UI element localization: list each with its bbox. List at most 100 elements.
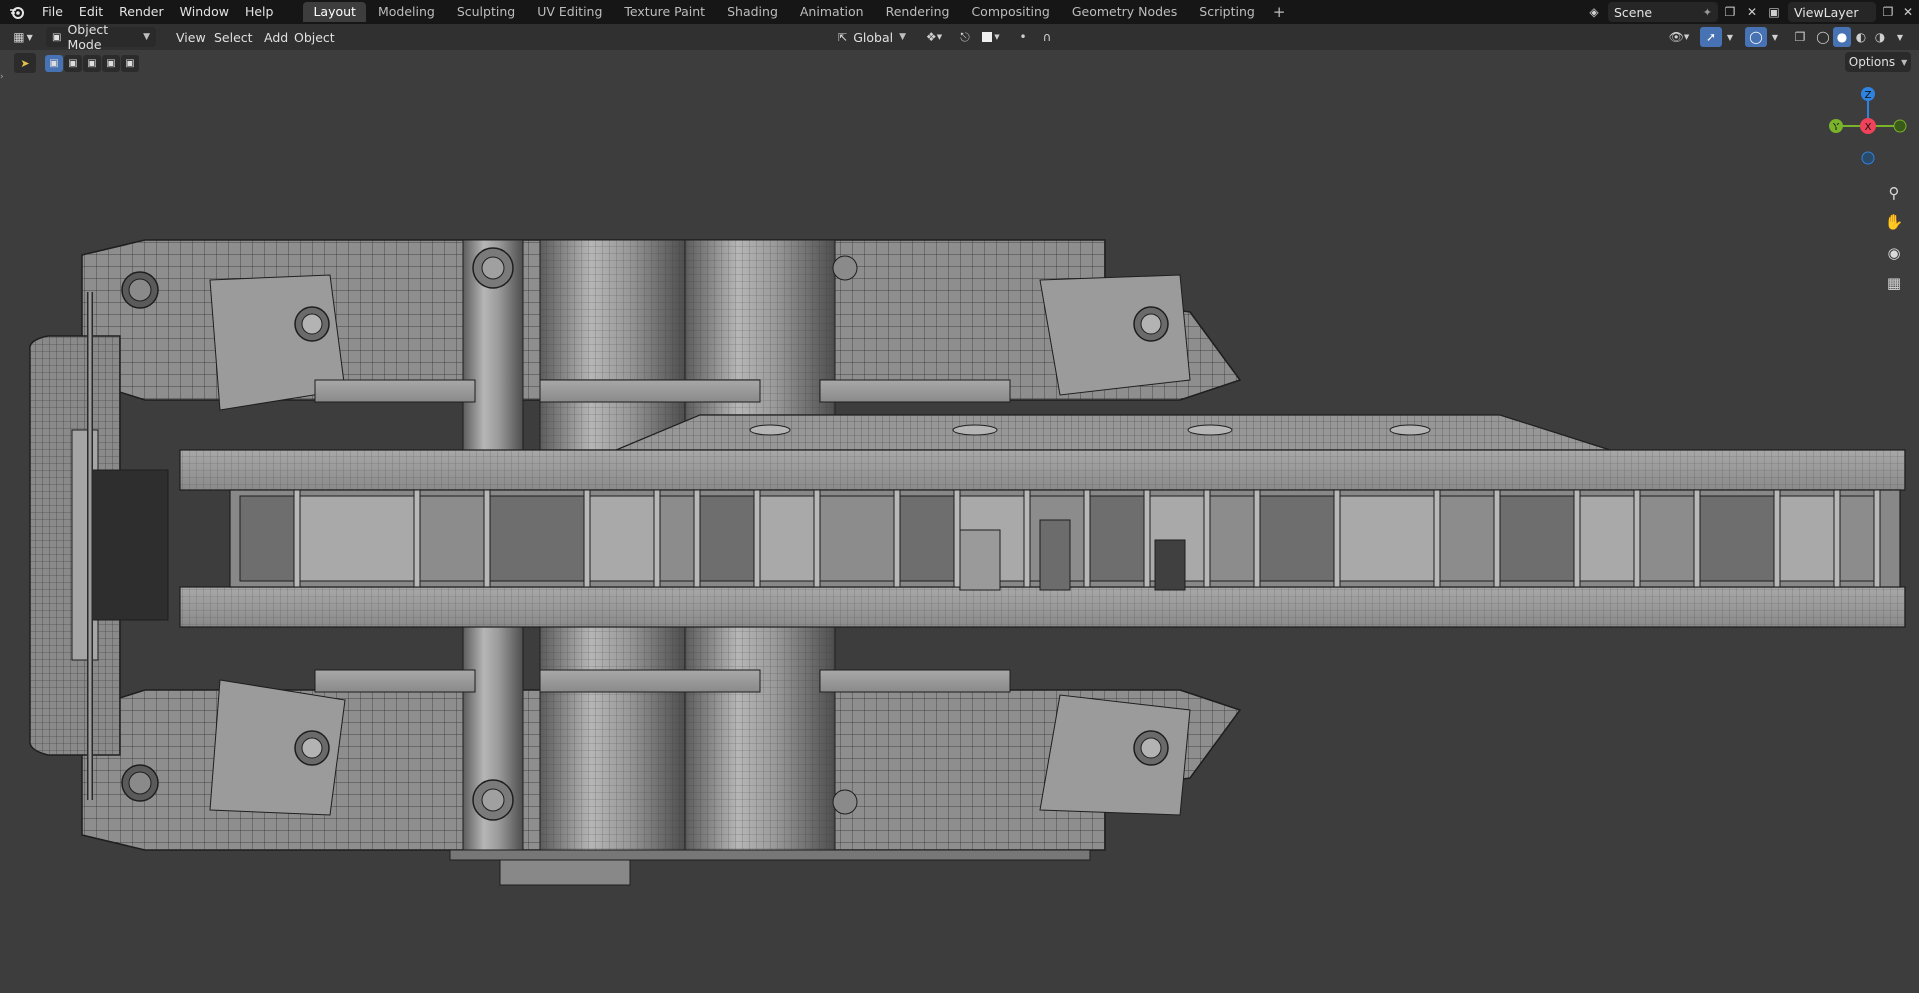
view-layer-icon[interactable]: ▣ [1764, 2, 1784, 22]
menu-select[interactable]: Select [206, 27, 261, 47]
select-new-icon[interactable]: ▣ [45, 54, 63, 72]
tab-modeling[interactable]: Modeling [368, 2, 445, 22]
perspective-grid-icon[interactable]: ▦ [1881, 270, 1907, 296]
chain-link-pin [1833, 489, 1841, 588]
select-extend-icon[interactable]: ▣ [64, 54, 82, 72]
overlay-toggle-icon[interactable]: ◯ [1745, 27, 1767, 47]
mode-dropdown[interactable]: ▣ Object Mode ▼ [46, 22, 156, 52]
xray-toggle-icon[interactable]: ❐ [1789, 27, 1811, 47]
chain-link-segment [1579, 495, 1635, 582]
add-workspace-button[interactable]: + [1267, 3, 1292, 21]
tab-sculpting[interactable]: Sculpting [447, 2, 525, 22]
view-layer-name: ViewLayer [1794, 4, 1859, 20]
menu-help[interactable]: Help [237, 0, 282, 24]
shading-solid-icon[interactable]: ● [1833, 27, 1851, 47]
editor-type-icon[interactable]: ▦ ▼ [8, 27, 38, 47]
blender-logo-icon[interactable] [0, 0, 34, 24]
gizmo-neg-z-axis[interactable] [1861, 151, 1875, 165]
mode-label: Object Mode [67, 22, 109, 52]
chain-link-segment [1259, 495, 1335, 582]
menu-edit[interactable]: Edit [71, 0, 111, 24]
object-mode-icon: ▣ [52, 31, 62, 43]
chain-link-pin [813, 489, 821, 588]
3d-viewport[interactable]: ➤ ▣ ▣ ▣ ▣ ▣ › Options ▼ Z Y X ⚲ ✋ ◉ ▦ [0, 50, 1919, 993]
shading-material-icon[interactable]: ◐ [1852, 27, 1870, 47]
chain-link-pin [1083, 489, 1091, 588]
new-scene-icon[interactable]: ❐ [1720, 2, 1740, 22]
falloff-icon[interactable]: ∩ [1034, 27, 1060, 47]
camera-view-icon[interactable]: ◉ [1881, 240, 1907, 266]
shading-wireframe-icon[interactable]: ◯ [1814, 27, 1832, 47]
navigation-gizmo[interactable]: Z Y X [1828, 86, 1908, 166]
overlay-menu-icon[interactable]: ▼ [1767, 27, 1783, 47]
chain-link-pin [1333, 489, 1341, 588]
chain-link-pin [693, 489, 701, 588]
shading-menu-icon[interactable]: ▼ [1892, 27, 1908, 47]
tab-compositing[interactable]: Compositing [961, 2, 1059, 22]
orientation-icon: ⇱ [838, 30, 848, 44]
chain-link-segment [1499, 495, 1575, 582]
tab-layout[interactable]: Layout [303, 2, 366, 22]
chain-link-segment [489, 495, 585, 582]
shading-rendered-icon[interactable]: ◑ [1871, 27, 1889, 47]
gizmo-y-label: Y [1832, 122, 1840, 133]
menu-object[interactable]: Object [286, 27, 343, 47]
transform-orientation-dropdown[interactable]: ⇱ Global ▼ [838, 27, 906, 47]
select-intersect-icon[interactable]: ▣ [121, 54, 139, 72]
chain-link-pin [1433, 489, 1441, 588]
tab-texture-paint[interactable]: Texture Paint [614, 2, 715, 22]
gizmo-neg-y-axis[interactable] [1893, 119, 1907, 133]
chevron-down-icon: ▼ [899, 32, 907, 42]
chain-link-segment [659, 495, 695, 582]
select-tool-icon[interactable]: ➤ [14, 53, 36, 73]
chain-link-pin [1023, 489, 1031, 588]
tab-scripting[interactable]: Scripting [1189, 2, 1265, 22]
chain-link-segment [589, 495, 655, 582]
chain-link-segment [419, 495, 485, 582]
chevron-down-icon: ▼ [143, 32, 150, 42]
viewport-header: ▦ ▼ ▣ Object Mode ▼ View Select Add Objec… [0, 22, 1919, 52]
tab-animation[interactable]: Animation [790, 2, 874, 22]
visibility-icon[interactable]: 👁 ▼ [1664, 27, 1694, 47]
delete-view-layer-icon[interactable]: ✕ [1898, 2, 1918, 22]
toolbar-expand-icon[interactable]: › [0, 72, 8, 82]
select-invert-icon[interactable]: ▣ [102, 54, 120, 72]
workspace-tabs: Layout Modeling Sculpting UV Editing Tex… [303, 0, 1291, 24]
tab-shading[interactable]: Shading [717, 2, 788, 22]
tool-settings-row: ➤ [14, 53, 36, 73]
snap-target-icon[interactable]: ▼ [976, 27, 1006, 47]
delete-scene-icon[interactable]: ✕ [1742, 2, 1762, 22]
chevron-down-icon: ▼ [1901, 57, 1908, 67]
chain-link-segment [1339, 495, 1435, 582]
tab-uv-editing[interactable]: UV Editing [527, 2, 612, 22]
pan-hand-icon[interactable]: ✋ [1881, 209, 1907, 235]
chain-link-pin [1143, 489, 1151, 588]
scene-selector[interactable]: Scene ✦ [1608, 2, 1718, 22]
gizmo-z-label: Z [1865, 90, 1872, 101]
pivot-point-icon[interactable]: ❖ ▼ [920, 27, 948, 47]
menu-file[interactable]: File [34, 0, 71, 24]
scene-icon[interactable]: ◈ [1584, 2, 1604, 22]
select-subtract-icon[interactable]: ▣ [83, 54, 101, 72]
chain-link-pin [653, 489, 661, 588]
chain-link-pin [1873, 489, 1881, 588]
menu-window[interactable]: Window [172, 0, 237, 24]
gizmo-toggle-icon[interactable]: ➚ [1700, 27, 1722, 47]
pin-icon[interactable]: ✦ [1703, 6, 1712, 19]
options-dropdown[interactable]: Options ▼ [1845, 52, 1911, 72]
new-view-layer-icon[interactable]: ❐ [1878, 2, 1898, 22]
zoom-icon[interactable]: ⚲ [1881, 180, 1907, 206]
chain-link-segment [699, 495, 755, 582]
menu-render[interactable]: Render [111, 0, 172, 24]
tab-geometry-nodes[interactable]: Geometry Nodes [1062, 2, 1187, 22]
snap-icon[interactable]: ⎋ [954, 27, 976, 47]
view-layer-selector[interactable]: ViewLayer [1788, 2, 1876, 22]
chain-link-segment [1089, 495, 1145, 582]
tab-rendering[interactable]: Rendering [876, 2, 960, 22]
gizmo-menu-icon[interactable]: ▼ [1722, 27, 1738, 47]
top-bar: File Edit Render Window Help Layout Mode… [0, 0, 1919, 24]
chain-link-segment [1439, 495, 1495, 582]
selection-modes: ▣ ▣ ▣ ▣ ▣ [45, 54, 140, 72]
proportional-edit-icon[interactable]: • [1012, 27, 1034, 47]
orientation-label: Global [853, 29, 894, 45]
